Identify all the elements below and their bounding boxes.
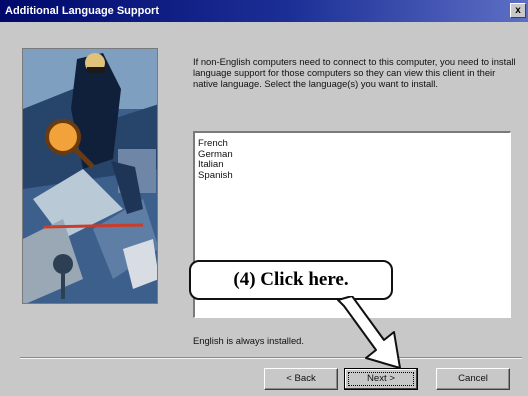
cancel-button[interactable]: Cancel [436,368,510,390]
title-bar: Additional Language Support x [0,0,528,22]
close-button[interactable]: x [510,3,526,18]
pointer-arrow-icon [337,296,401,369]
instruction-callout: (4) Click here. [189,260,393,300]
callout-text: (4) Click here. [233,269,349,290]
back-button[interactable]: < Back [264,368,338,390]
english-installed-note: English is always installed. [193,335,304,346]
setup-artwork [22,48,158,304]
language-support-dialog: Additional Language Support x If non-Eng… [0,0,528,396]
install-description: If non-English computers need to connect… [193,56,516,89]
footer-divider [20,357,522,359]
close-icon: x [515,5,521,16]
window-title: Additional Language Support [5,5,159,17]
language-option[interactable]: French [198,138,510,150]
setup-artwork-illustration [23,49,157,303]
language-option[interactable]: Italian [198,159,510,171]
language-option[interactable]: German [198,149,510,161]
language-option[interactable]: Spanish [198,170,510,182]
